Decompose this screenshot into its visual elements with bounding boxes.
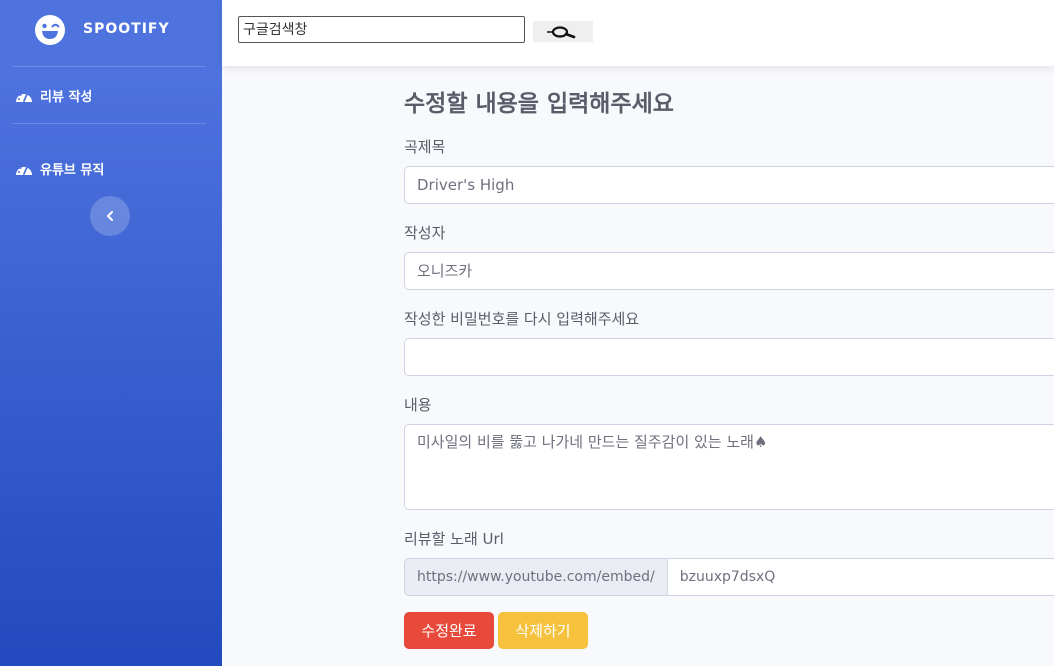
brand-name: SPOOTIFY (83, 21, 170, 37)
submit-edit-button[interactable]: 수정완료 (404, 612, 494, 649)
url-prefix: https://www.youtube.com/embed/ (404, 558, 667, 596)
topbar: 구글검색창 (222, 0, 1054, 66)
page-title: 수정할 내용을 입력해주세요 (404, 91, 674, 117)
laugh-wink-icon (35, 15, 65, 45)
sidebar-item-youtube-music[interactable]: 유튜브 뮤직 (15, 159, 104, 178)
search-input[interactable]: 구글검색창 (238, 16, 525, 43)
title-label: 곡제목 (404, 138, 446, 156)
sidebar-item-label: 유튜브 뮤직 (40, 163, 105, 178)
title-field[interactable]: Driver's High (404, 166, 1054, 204)
sidebar-item-review-write[interactable]: 리뷰 작성 (15, 86, 92, 105)
sidebar: SPOOTIFY 리뷰 작성 유튜브 뮤직 (0, 0, 222, 666)
url-label: 리뷰할 노래 Url (404, 530, 504, 548)
chevron-left-icon (107, 211, 113, 221)
sidebar-item-label: 리뷰 작성 (40, 90, 93, 105)
content-textarea[interactable]: 미사일의 비를 뚫고 나가네 만드는 질주감이 있는 노래♠ (404, 424, 1054, 510)
sidebar-divider (13, 66, 206, 67)
password-label: 작성한 비밀번호를 다시 입력해주세요 (404, 310, 640, 328)
sidebar-toggle-button[interactable] (90, 196, 130, 236)
url-field[interactable]: bzuuxp7dsxQ (666, 558, 1054, 596)
search-button[interactable] (533, 21, 593, 42)
tachometer-icon (16, 164, 32, 175)
content-label: 내용 (404, 396, 432, 414)
delete-button[interactable]: 삭제하기 (498, 612, 588, 649)
brand-link[interactable]: SPOOTIFY (0, 0, 222, 62)
author-label: 작성자 (404, 224, 446, 242)
url-input-group: https://www.youtube.com/embed/ bzuuxp7ds… (404, 558, 1054, 596)
tachometer-icon (16, 91, 32, 102)
password-field[interactable] (404, 338, 1054, 376)
sidebar-divider (13, 123, 206, 124)
author-field[interactable]: 오니즈카 (404, 252, 1054, 290)
magnifier-icon (547, 25, 576, 38)
